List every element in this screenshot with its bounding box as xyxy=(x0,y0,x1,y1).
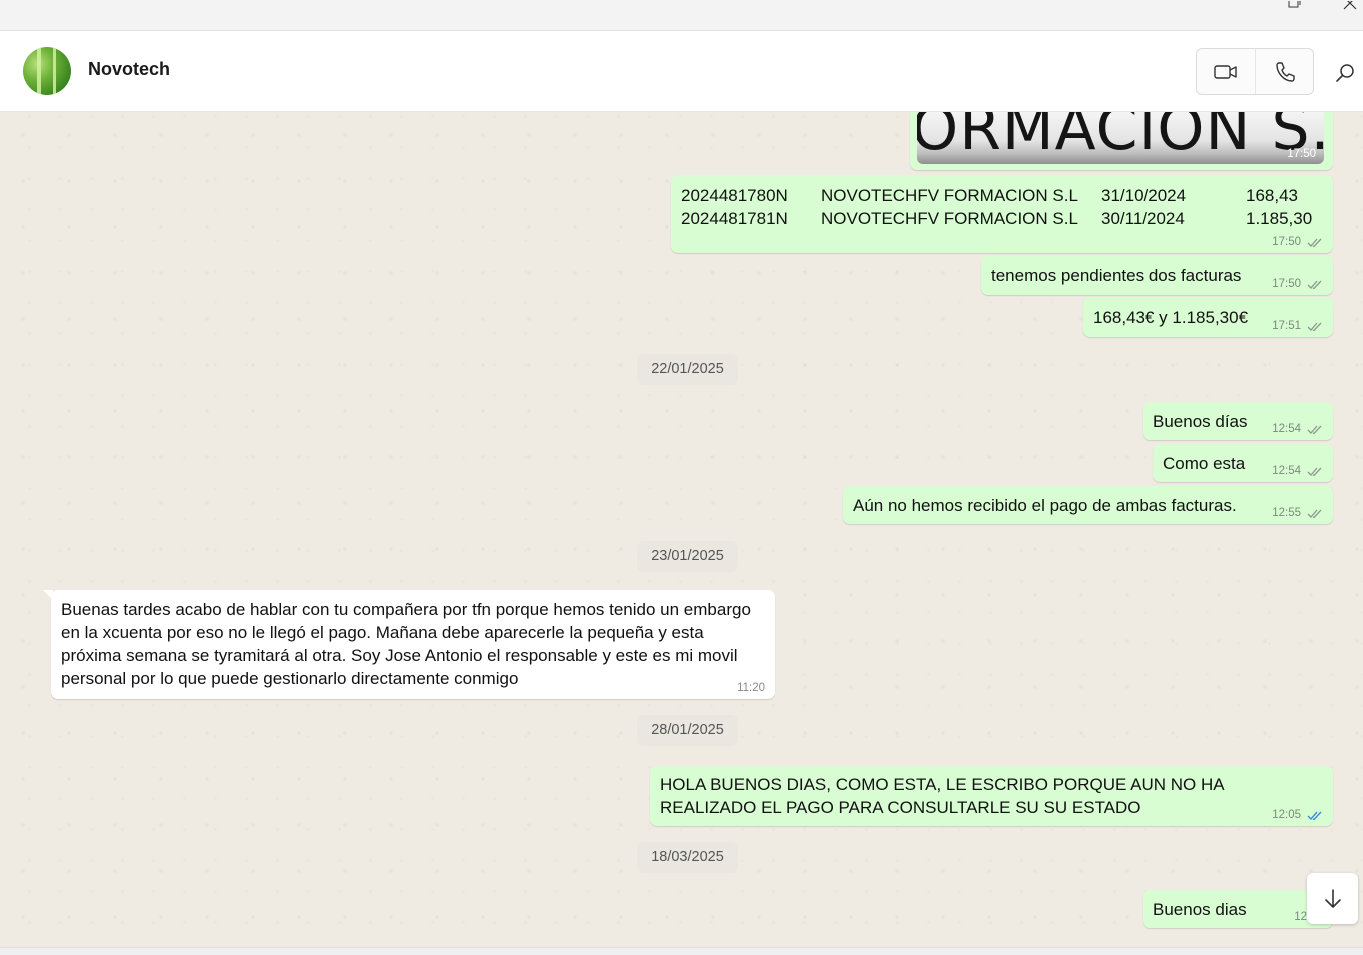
video-call-button[interactable] xyxy=(1197,49,1255,94)
outgoing-message[interactable]: tenemos pendientes dos facturas 17:50 xyxy=(981,255,1333,295)
date-separator: 18/03/2025 xyxy=(637,842,738,873)
invoice-number: 2024481780N xyxy=(681,186,788,205)
image-caption-text: ORMACION S.L xyxy=(917,112,1324,164)
image-message[interactable]: ORMACION S.L 17:50 xyxy=(910,112,1333,170)
image-thumbnail[interactable]: ORMACION S.L 17:50 xyxy=(917,112,1324,164)
double-check-icon xyxy=(1307,322,1322,331)
invoice-row: 2024481781N NOVOTECHFV FORMACION S.L 30/… xyxy=(681,207,1323,230)
message-time: 17:50 xyxy=(1287,148,1316,160)
date-separator: 23/01/2025 xyxy=(637,541,738,572)
phone-icon xyxy=(1276,61,1295,82)
invoice-list-message[interactable]: 2024481780N NOVOTECHFV FORMACION S.L 31/… xyxy=(671,175,1333,253)
chat-messages-area[interactable]: ORMACION S.L 17:50 2024481780N NOVOTECHF… xyxy=(0,112,1363,947)
close-window-button[interactable] xyxy=(1336,0,1363,12)
restore-window-button[interactable] xyxy=(1280,0,1310,12)
message-meta: 11:20 xyxy=(737,681,765,695)
message-text: Buenos dias xyxy=(1153,900,1247,919)
video-camera-icon xyxy=(1214,64,1237,79)
message-text: tenemos pendientes dos facturas xyxy=(991,266,1242,285)
invoice-amount: 168,43 xyxy=(1246,186,1298,205)
call-button-group xyxy=(1196,48,1314,95)
invoice-row: 2024481780N NOVOTECHFV FORMACION S.L 31/… xyxy=(681,184,1323,207)
double-check-icon xyxy=(1307,509,1322,518)
invoice-amount: 1.185,30 xyxy=(1246,209,1313,228)
chat-header: Novotech xyxy=(0,31,1363,112)
message-meta: 17:50 xyxy=(1272,235,1323,249)
message-text: Buenas tardes acabo de hablar con tu com… xyxy=(61,600,751,688)
window-titlebar xyxy=(0,0,1363,31)
message-meta: 17:50 xyxy=(1272,277,1323,291)
outgoing-message[interactable]: 168,43€ y 1.185,30€ 17:51 xyxy=(1083,297,1333,337)
invoice-company: NOVOTECHFV FORMACION S.L xyxy=(821,209,1078,228)
message-meta: 12:54 xyxy=(1272,422,1323,436)
date-separator: 22/01/2025 xyxy=(637,354,738,385)
message-time: 12:05 xyxy=(1272,809,1301,821)
message-text: HOLA BUENOS DIAS, COMO ESTA, LE ESCRIBO … xyxy=(660,775,1224,817)
composer-edge xyxy=(0,947,1363,955)
double-check-icon xyxy=(1307,280,1322,289)
date-separator: 28/01/2025 xyxy=(637,715,738,746)
message-text: Como esta xyxy=(1163,454,1246,473)
scroll-to-bottom-button[interactable] xyxy=(1307,873,1358,924)
message-time: 17:50 xyxy=(1272,278,1301,290)
message-time: 12:54 xyxy=(1272,465,1301,477)
message-meta: 12:55 xyxy=(1272,506,1323,520)
invoice-number: 2024481781N xyxy=(681,209,788,228)
outgoing-message[interactable]: Como esta 12:54 xyxy=(1153,444,1333,482)
invoice-date: 30/11/2024 xyxy=(1101,209,1185,228)
double-check-icon xyxy=(1307,238,1322,247)
message-meta: 17:51 xyxy=(1272,319,1323,333)
search-icon xyxy=(1336,64,1354,82)
message-text: 168,43€ y 1.185,30€ xyxy=(1093,308,1249,327)
contact-name[interactable]: Novotech xyxy=(88,59,170,80)
message-time: 11:20 xyxy=(737,682,765,694)
outgoing-message[interactable]: HOLA BUENOS DIAS, COMO ESTA, LE ESCRIBO … xyxy=(650,766,1333,826)
avatar[interactable] xyxy=(23,47,71,95)
voice-call-button[interactable] xyxy=(1256,49,1314,94)
message-meta: 12:54 xyxy=(1272,464,1323,478)
double-check-icon xyxy=(1307,425,1322,434)
invoice-company: NOVOTECHFV FORMACION S.L xyxy=(821,186,1078,205)
message-meta: 12:05 xyxy=(1272,808,1323,822)
message-time: 12:55 xyxy=(1272,507,1301,519)
message-time: 17:51 xyxy=(1272,320,1301,332)
incoming-message[interactable]: Buenas tardes acabo de hablar con tu com… xyxy=(43,590,775,699)
restore-icon xyxy=(1288,0,1301,8)
double-check-icon xyxy=(1307,811,1322,820)
close-icon xyxy=(1343,0,1357,10)
message-time: 17:50 xyxy=(1272,236,1301,248)
double-check-icon xyxy=(1307,467,1322,476)
outgoing-message[interactable]: Aún no hemos recibido el pago de ambas f… xyxy=(843,486,1333,524)
search-button[interactable] xyxy=(1330,58,1360,88)
outgoing-message[interactable]: Buenos días 12:54 xyxy=(1143,402,1333,440)
message-text: Aún no hemos recibido el pago de ambas f… xyxy=(853,496,1237,515)
message-time: 12:54 xyxy=(1272,423,1301,435)
arrow-down-icon xyxy=(1324,888,1341,908)
message-text: Buenos días xyxy=(1153,412,1248,431)
outgoing-message[interactable]: Buenos dias 12:26 xyxy=(1143,890,1333,928)
invoice-date: 31/10/2024 xyxy=(1101,186,1187,205)
